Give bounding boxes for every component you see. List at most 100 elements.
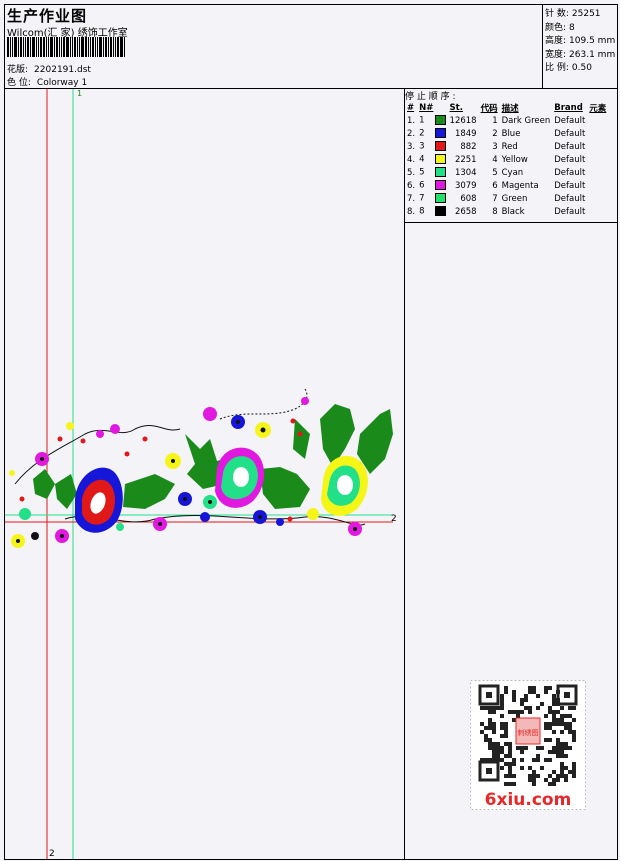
row-stitches: 2658 bbox=[454, 206, 477, 217]
column-header: 代码 bbox=[480, 103, 498, 114]
needle-number: 8 bbox=[419, 206, 425, 217]
row-stitches: 1304 bbox=[454, 167, 477, 178]
table-body: 1. 1 12618 1 Dark Green Default 2. 2 1849 2 Blue De… bbox=[405, 114, 608, 218]
row-code: 2 bbox=[492, 128, 498, 139]
color-swatch bbox=[434, 193, 446, 204]
row-element bbox=[587, 114, 608, 127]
table-row: 5. 5 1304 5 Cyan Default bbox=[405, 166, 608, 179]
needle-number: 3 bbox=[419, 141, 425, 152]
row-description: Black bbox=[501, 206, 525, 217]
color-swatch bbox=[434, 141, 446, 152]
row-brand: Default bbox=[554, 167, 586, 178]
row-stitches: 12618 bbox=[449, 115, 477, 126]
needle-number: 2 bbox=[419, 128, 425, 139]
row-element bbox=[587, 179, 608, 192]
guide-mark-bottom: 2 bbox=[49, 849, 55, 859]
stat-row: 高度: 109.5 mm bbox=[545, 33, 615, 46]
watermark-qr: 刺绣图 6xiu.com bbox=[470, 680, 586, 810]
row-index: 7. bbox=[407, 193, 416, 204]
column-header: St. bbox=[449, 102, 463, 113]
row-index: 8. bbox=[407, 206, 416, 217]
row-brand: Default bbox=[554, 206, 586, 217]
row-needle: 2 bbox=[417, 127, 447, 140]
column-header: Brand bbox=[554, 102, 583, 113]
stat-value: 263.1 mm bbox=[569, 49, 616, 60]
column-header: 元素 bbox=[589, 103, 607, 114]
color-swatch bbox=[434, 154, 446, 165]
pattern-label: 花版: bbox=[7, 65, 29, 75]
barcode-icon bbox=[7, 37, 140, 57]
color-sequence-table: # N# St. 代码 描述 Brand 元素 1. 1 12618 1 Dark Green Def… bbox=[405, 101, 608, 218]
stat-label: 宽度: bbox=[545, 49, 567, 60]
row-brand: Default bbox=[554, 115, 586, 126]
colorway-label: 色 位: bbox=[7, 78, 31, 88]
row-code: 3 bbox=[492, 141, 498, 152]
row-needle: 3 bbox=[417, 140, 447, 153]
stat-label: 高度: bbox=[545, 36, 567, 46]
stat-row: 比 例: 0.50 bbox=[545, 60, 592, 73]
row-code: 5 bbox=[492, 167, 498, 178]
watermark-seal: 刺绣图 bbox=[518, 728, 539, 737]
stat-row: 颜色: 8 bbox=[545, 20, 575, 33]
column-header: 描述 bbox=[501, 103, 519, 114]
pattern-value: 2202191.dst bbox=[34, 65, 91, 75]
row-element bbox=[587, 205, 608, 218]
row-element bbox=[587, 166, 608, 179]
row-brand: Default bbox=[554, 180, 586, 191]
row-code: 4 bbox=[492, 154, 498, 165]
pattern-row: 花版: 2202191.dst bbox=[7, 62, 91, 75]
color-swatch bbox=[434, 180, 446, 191]
qr-code-icon: 刺绣图 6xiu.com bbox=[470, 680, 586, 810]
row-description: Magenta bbox=[501, 180, 539, 191]
colorway-value: Colorway 1 bbox=[36, 78, 88, 88]
needle-number: 4 bbox=[419, 154, 425, 165]
needle-number: 7 bbox=[419, 193, 425, 204]
stat-label: 颜色: bbox=[545, 22, 567, 33]
row-brand: Default bbox=[554, 193, 586, 204]
row-description: Red bbox=[501, 141, 518, 152]
row-index: 5. bbox=[407, 167, 416, 178]
row-stitches: 2251 bbox=[454, 154, 477, 165]
row-code: 8 bbox=[492, 206, 498, 217]
panel-divider bbox=[404, 222, 618, 223]
stat-value: 109.5 mm bbox=[569, 36, 616, 46]
needle-number: 5 bbox=[419, 167, 425, 178]
row-brand: Default bbox=[554, 128, 586, 139]
row-needle: 7 bbox=[417, 192, 447, 205]
stat-value: 8 bbox=[569, 22, 575, 33]
watermark-text: 6xiu.com bbox=[485, 790, 572, 810]
column-header: N# bbox=[419, 102, 434, 113]
stat-row: 针 数: 25251 bbox=[545, 6, 601, 19]
guide-mark-top: 1 bbox=[77, 89, 82, 98]
row-code: 1 bbox=[492, 115, 498, 126]
column-header: # bbox=[407, 102, 415, 113]
row-needle: 6 bbox=[417, 179, 447, 192]
table-header-row: # N# St. 代码 描述 Brand 元素 bbox=[405, 101, 608, 114]
row-brand: Default bbox=[554, 141, 586, 152]
row-element bbox=[587, 127, 608, 140]
row-description: Green bbox=[501, 193, 528, 204]
row-stitches: 608 bbox=[460, 193, 477, 204]
color-swatch bbox=[434, 206, 446, 217]
row-description: Blue bbox=[501, 128, 521, 139]
row-code: 7 bbox=[492, 193, 498, 204]
color-swatch bbox=[434, 167, 446, 178]
row-description: Cyan bbox=[501, 167, 524, 178]
table-row: 1. 1 12618 1 Dark Green Default bbox=[405, 114, 608, 127]
page-title: 生产作业图 bbox=[7, 7, 88, 25]
row-brand: Default bbox=[554, 154, 586, 165]
table-row: 6. 6 3079 6 Magenta Default bbox=[405, 179, 608, 192]
embroidery-design-canvas: 1 2 2 bbox=[5, 89, 397, 859]
stat-label: 比 例: bbox=[545, 63, 569, 73]
stat-row: 宽度: 263.1 mm bbox=[545, 47, 615, 60]
stat-label: 针 数: bbox=[545, 9, 569, 19]
row-needle: 5 bbox=[417, 166, 447, 179]
row-element bbox=[587, 192, 608, 205]
table-row: 2. 2 1849 2 Blue Default bbox=[405, 127, 608, 140]
row-code: 6 bbox=[492, 180, 498, 191]
guide-mark-right: 2 bbox=[391, 514, 397, 524]
row-needle: 8 bbox=[417, 205, 447, 218]
row-stitches: 882 bbox=[460, 141, 477, 152]
table-row: 4. 4 2251 4 Yellow Default bbox=[405, 153, 608, 166]
row-stitches: 1849 bbox=[454, 128, 477, 139]
